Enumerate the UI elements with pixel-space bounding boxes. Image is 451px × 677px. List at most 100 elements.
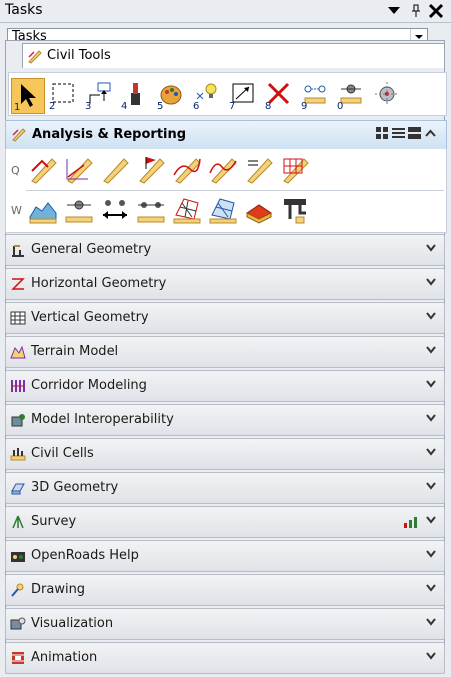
chevron-down-icon[interactable] [426,482,436,490]
accordion-label: Visualization [31,616,114,631]
chevron-down-icon[interactable] [426,652,436,660]
accordion-label: Vertical Geometry [31,310,149,325]
point-analysis-tool[interactable] [64,195,94,225]
main-tools-toolbar: 1 2 3 4 5 6 7 8 9 0 [8,72,447,116]
chevron-down-icon[interactable] [426,244,436,252]
tool-9-button[interactable]: 9 [299,78,331,112]
accordion-corridor-modeling[interactable]: Corridor Modeling [5,370,445,402]
accordion-openroads-help[interactable]: OpenRoads Help [5,540,445,572]
close-icon[interactable] [426,1,446,21]
accordion-label: Animation [31,650,98,665]
grid-report-icon [283,158,309,184]
curve-report-tool[interactable] [172,155,202,185]
civil-tools-icon [27,48,43,68]
animation-icon [12,652,24,664]
accordion-vertical-geometry[interactable]: Vertical Geometry [5,302,445,334]
point-measure-icon [65,200,93,223]
accordion-horizontal-geometry[interactable]: Horizontal Geometry [5,268,445,300]
chevron-up-icon[interactable] [424,127,437,140]
curve-report-icon [173,158,201,184]
tool-1-button[interactable]: 1 [11,78,45,114]
tool-number: 8 [265,101,272,112]
icon-grid-view-icon[interactable] [376,127,389,140]
accordion-3d-geometry[interactable]: 3D Geometry [5,472,445,504]
accordion-label: Horizontal Geometry [31,276,167,291]
analysis-reporting-header[interactable]: Analysis & Reporting [5,120,447,150]
civil-tools-tab[interactable]: Civil Tools [22,43,445,68]
surface-analysis-tool[interactable] [172,195,202,225]
tool-11-button[interactable] [371,78,403,112]
accordion-label: Survey [31,514,77,529]
element-information-tool[interactable] [28,155,58,185]
list-view-icon[interactable] [392,127,405,140]
panel-menu-dropdown-icon[interactable] [386,1,402,21]
task-panel-titlebar: Tasks [0,0,451,23]
tool-8-button[interactable]: 8 [263,78,295,112]
accordion-label: Drawing [31,582,86,597]
corridor-modeling-icon [11,380,25,392]
tool-10-button[interactable]: 0 [335,78,367,112]
drainage-icon [284,199,306,224]
chevron-down-icon[interactable] [426,550,436,558]
chevron-down-icon[interactable] [426,516,436,524]
tool-2-button[interactable]: 2 [47,78,79,112]
surface-mesh-icon [173,198,201,224]
accordion-label: General Geometry [31,242,152,257]
panel-title: Tasks [5,2,43,18]
accordion-label: OpenRoads Help [31,548,139,563]
chevron-down-icon[interactable] [426,346,436,354]
civil-cells-icon [10,448,26,461]
snap-tool-icon [375,82,399,106]
tool-3-button[interactable]: 3 [83,78,115,112]
accordion-model-interoperability[interactable]: Model Interoperability [5,404,445,436]
tool-number: 0 [337,101,344,112]
tool-number: 6 [193,101,200,112]
volume-icon [246,204,272,224]
tool-7-button[interactable]: 7 [227,78,259,112]
chevron-down-icon[interactable] [426,380,436,388]
chevron-down-icon[interactable] [426,414,436,422]
tool-number: 7 [229,101,236,112]
grid-report-tool[interactable] [280,155,310,185]
survey-graph-icon[interactable] [402,513,418,529]
multi-point-analysis-tool[interactable] [136,195,166,225]
drainage-analysis-tool[interactable] [280,195,310,225]
station-report-tool[interactable] [136,155,166,185]
volume-analysis-tool[interactable] [244,195,274,225]
slope-report-tool[interactable] [64,155,94,185]
accordion-drawing[interactable]: Drawing [5,574,445,606]
section-title: Analysis & Reporting [32,127,187,142]
tool-4-button[interactable]: 4 [119,78,151,112]
chevron-down-icon[interactable] [426,448,436,456]
distance-measure-icon [103,200,127,219]
chevron-down-icon[interactable] [426,278,436,286]
alignment-report-icon [209,158,237,184]
tool-6-button[interactable]: 6 [191,78,223,112]
tool-number: 5 [157,101,164,112]
pin-icon[interactable] [409,1,423,21]
contour-analysis-tool[interactable] [208,195,238,225]
accordion-label: Model Interoperability [31,412,174,427]
distance-analysis-tool[interactable] [100,195,130,225]
multi-point-icon [137,202,165,223]
accordion-terrain-model[interactable]: Terrain Model [5,336,445,368]
accordion-survey[interactable]: Survey [5,506,445,538]
chevron-down-icon[interactable] [426,312,436,320]
accordion-animation[interactable]: Animation [5,642,445,674]
accordion-visualization[interactable]: Visualization [5,608,445,640]
profile-report-tool[interactable] [100,155,130,185]
accordion-civil-cells[interactable]: Civil Cells [5,438,445,470]
accordion-label: Corridor Modeling [31,378,147,393]
terrain-analysis-tool[interactable] [28,195,58,225]
alignment-report-tool[interactable] [208,155,238,185]
tool-5-button[interactable]: 5 [155,78,187,112]
general-geometry-icon [12,245,24,257]
tool-number: 1 [14,102,21,113]
chevron-down-icon[interactable] [426,584,436,592]
equal-report-tool[interactable] [244,155,274,185]
equality-report-icon [247,158,273,184]
accordion-label: 3D Geometry [31,480,119,495]
detail-view-icon[interactable] [408,127,421,140]
accordion-general-geometry[interactable]: General Geometry [5,234,445,266]
chevron-down-icon[interactable] [426,618,436,626]
